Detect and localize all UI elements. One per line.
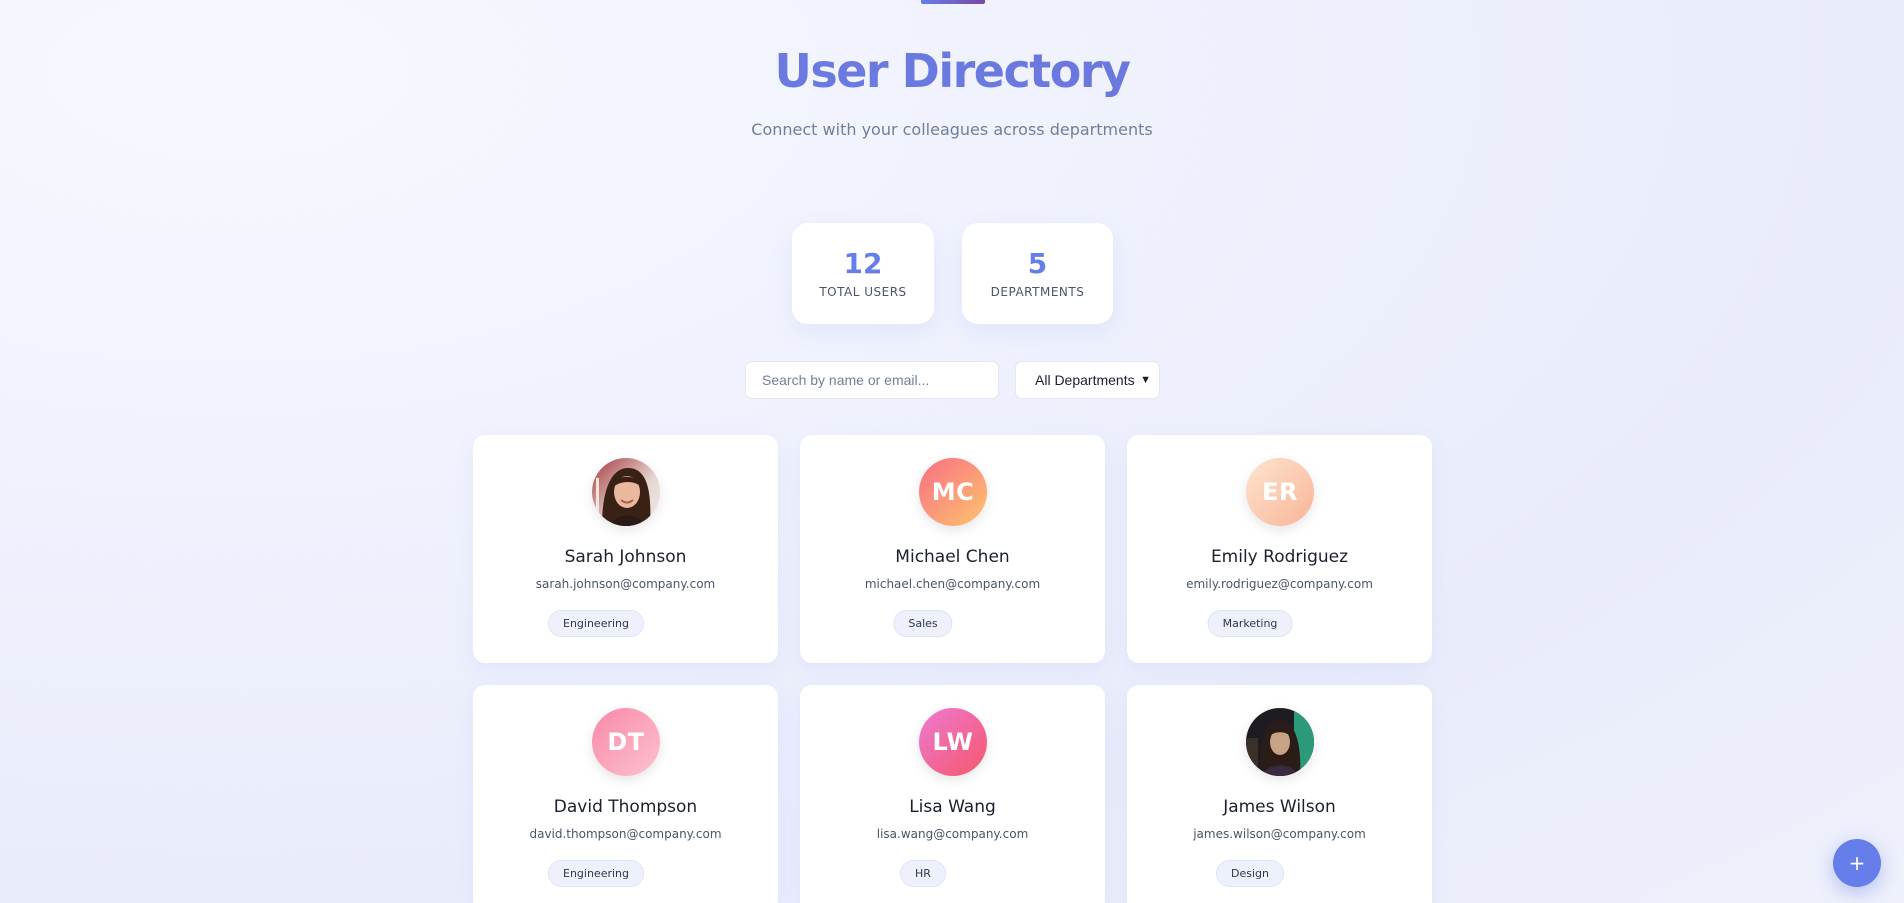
stat-card-total-users: 12 TOTAL USERS: [792, 223, 934, 324]
department-badge: Engineering: [548, 610, 644, 637]
stat-total-users-value: 12: [843, 247, 883, 280]
department-badge: HR: [900, 860, 946, 887]
user-email: david.thompson@company.com: [529, 827, 722, 841]
user-email: lisa.wang@company.com: [876, 827, 1029, 841]
search-input[interactable]: [745, 361, 999, 399]
add-user-button[interactable]: +: [1833, 839, 1881, 887]
avatar-initials: ER: [1262, 478, 1298, 506]
user-email: emily.rodriguez@company.com: [1186, 577, 1373, 591]
user-name: Lisa Wang: [909, 797, 996, 817]
avatar: ER: [1246, 458, 1314, 526]
avatar: MC: [919, 458, 987, 526]
chevron-down-icon: ▼: [1140, 374, 1151, 386]
stat-total-users-label: TOTAL USERS: [819, 285, 907, 299]
user-card[interactable]: MC Michael Chen michael.chen@company.com…: [800, 435, 1105, 663]
user-photo: [592, 458, 660, 526]
stat-card-departments: 5 DEPARTMENTS: [962, 223, 1113, 324]
user-email: sarah.johnson@company.com: [535, 577, 716, 591]
user-email: james.wilson@company.com: [1193, 827, 1366, 841]
user-card[interactable]: LW Lisa Wang lisa.wang@company.com HR: [800, 685, 1105, 903]
page-subtitle: Connect with your colleagues across depa…: [751, 120, 1153, 139]
avatar: DT: [592, 708, 660, 776]
user-card[interactable]: James Wilson james.wilson@company.com De…: [1127, 685, 1432, 903]
department-badge: Engineering: [548, 860, 644, 887]
avatar-initials: LW: [932, 728, 974, 756]
user-card[interactable]: Sarah Johnson sarah.johnson@company.com …: [473, 435, 778, 663]
avatar: [1246, 708, 1314, 776]
user-name: Michael Chen: [895, 547, 1010, 567]
user-name: Sarah Johnson: [564, 547, 687, 567]
avatar: [592, 458, 660, 526]
department-filter-selected: All Departments: [1035, 372, 1135, 388]
department-filter-select[interactable]: All Departments ▼: [1015, 361, 1160, 399]
stat-departments-value: 5: [1027, 247, 1048, 280]
top-accent-bar: [921, 0, 985, 4]
user-name: James Wilson: [1223, 797, 1336, 817]
user-photo: [1246, 708, 1314, 776]
stat-departments-label: DEPARTMENTS: [990, 285, 1085, 299]
page-title: User Directory: [0, 44, 1904, 98]
department-badge: Design: [1216, 860, 1284, 887]
user-card[interactable]: ER Emily Rodriguez emily.rodriguez@compa…: [1127, 435, 1432, 663]
department-badge: Marketing: [1207, 610, 1293, 637]
avatar-initials: DT: [607, 728, 645, 756]
avatar: LW: [919, 708, 987, 776]
user-name: David Thompson: [553, 797, 698, 817]
user-email: michael.chen@company.com: [864, 577, 1041, 591]
user-name: Emily Rodriguez: [1210, 547, 1349, 567]
avatar-initials: MC: [931, 478, 975, 506]
user-card[interactable]: DT David Thompson david.thompson@company…: [473, 685, 778, 903]
department-badge: Sales: [893, 610, 953, 637]
